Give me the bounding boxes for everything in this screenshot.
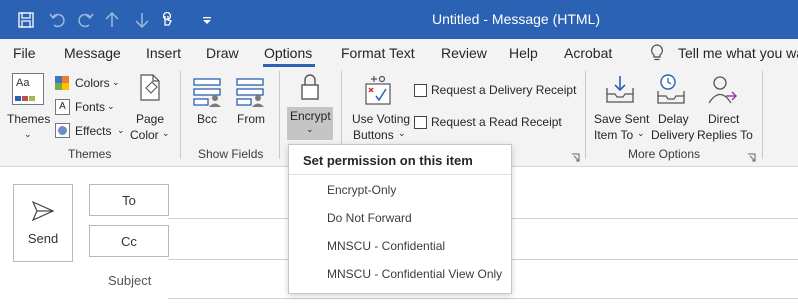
chevron-down-icon: ⌄ [112, 77, 120, 87]
chevron-down-icon: ⌄ [117, 125, 125, 135]
read-receipt-checkbox[interactable] [414, 116, 427, 129]
tab-help[interactable]: Help [509, 45, 538, 61]
redo-icon[interactable] [74, 9, 96, 31]
direct-replies-icon [708, 74, 738, 109]
delay-label-1: Delay [658, 112, 689, 126]
themes-button[interactable]: Aa Themes ⌄ [6, 71, 50, 143]
chevron-down-icon: ⌄ [637, 128, 645, 138]
save-icon[interactable] [15, 9, 37, 31]
page-color-label-2: Color [130, 128, 159, 142]
themes-label: Themes [7, 112, 51, 126]
tracking-dialog-launcher-icon[interactable] [571, 149, 580, 162]
menu-item-mnscu-confidential[interactable]: MNSCU - Confidential [289, 233, 511, 259]
touch-mode-icon[interactable] [156, 9, 178, 31]
subject-label: Subject [108, 273, 152, 288]
chevron-down-icon: ⌄ [24, 129, 32, 139]
show-fields-group-label: Show Fields [198, 147, 264, 161]
send-icon [32, 200, 54, 221]
menu-divider [289, 174, 511, 175]
tab-message[interactable]: Message [64, 45, 121, 61]
voting-icon [364, 74, 392, 111]
effects-label: Effects [75, 124, 112, 138]
fonts-label: Fonts [75, 100, 106, 114]
voting-label-2: Buttons [353, 128, 394, 142]
up-arrow-icon[interactable] [101, 9, 123, 31]
menu-item-label: MNSCU - Confidential View Only [327, 267, 503, 281]
subject-field[interactable] [168, 298, 798, 299]
page-color-button[interactable]: Page Color ⌄ [126, 71, 172, 143]
effects-icon [55, 123, 70, 138]
delay-delivery-button[interactable]: Delay Delivery [650, 71, 696, 143]
bcc-icon [193, 77, 223, 112]
themes-icon: Aa [12, 73, 44, 105]
from-button[interactable]: From [232, 71, 270, 143]
menu-item-mnscu-confidential-view-only[interactable]: MNSCU - Confidential View Only [289, 261, 511, 287]
cc-button[interactable]: Cc [89, 225, 169, 257]
delay-label-2: Delivery [651, 128, 695, 142]
group-divider [180, 71, 181, 159]
encrypt-dropdown-menu: Set permission on this item Encrypt-Only… [288, 144, 512, 294]
send-label: Send [27, 230, 59, 246]
fonts-button[interactable]: A Fonts ⌄ [55, 99, 125, 117]
themes-group-label: Themes [68, 147, 112, 161]
delivery-receipt-checkbox[interactable] [414, 84, 427, 97]
chevron-down-icon: ⌄ [107, 101, 115, 111]
down-arrow-icon[interactable] [131, 9, 153, 31]
from-label: From [237, 112, 265, 126]
save-sent-label-1: Save Sent [594, 112, 650, 126]
tab-acrobat[interactable]: Acrobat [564, 45, 612, 61]
title-bar: Untitled - Message (HTML) [0, 0, 798, 39]
more-options-group-label: More Options [628, 147, 701, 161]
send-button[interactable]: Send [13, 184, 73, 262]
group-divider [279, 71, 280, 159]
more-options-dialog-launcher-icon[interactable] [747, 149, 756, 162]
tell-me-search[interactable]: Tell me what you wa [678, 45, 798, 61]
delay-delivery-icon [656, 73, 688, 110]
chevron-down-icon: ⌄ [162, 128, 170, 138]
colors-icon [55, 76, 69, 90]
window-title: Untitled - Message (HTML) [432, 11, 601, 27]
tab-review[interactable]: Review [441, 45, 487, 61]
direct-label-1: Direct [708, 112, 740, 126]
tab-draw[interactable]: Draw [206, 45, 239, 61]
effects-button[interactable]: Effects ⌄ [55, 123, 125, 141]
direct-label-2: Replies To [697, 128, 753, 142]
to-button[interactable]: To [89, 184, 169, 216]
menu-item-label: Do Not Forward [327, 211, 412, 225]
menu-item-do-not-forward[interactable]: Do Not Forward [289, 205, 511, 231]
lock-icon [300, 73, 320, 106]
page-color-label-1: Page [136, 112, 165, 126]
menu-item-encrypt-only[interactable]: Encrypt-Only [289, 177, 511, 203]
lightbulb-icon[interactable] [650, 44, 664, 67]
menu-item-label: Encrypt-Only [327, 183, 397, 197]
chevron-down-icon: ⌄ [398, 128, 406, 138]
fonts-icon: A [55, 99, 70, 115]
tab-file[interactable]: File [13, 45, 36, 61]
colors-label: Colors [75, 76, 110, 90]
from-icon [236, 77, 266, 112]
voting-buttons-button[interactable]: Use Voting Buttons ⌄ [349, 71, 411, 143]
bcc-button[interactable]: Bcc [190, 71, 226, 143]
group-divider [585, 71, 586, 159]
voting-label-1: Use Voting [352, 112, 411, 126]
bcc-label: Bcc [197, 112, 218, 126]
tab-insert[interactable]: Insert [146, 45, 181, 61]
delivery-receipt-label[interactable]: Request a Delivery Receipt [431, 83, 576, 98]
colors-button[interactable]: Colors ⌄ [55, 75, 125, 93]
menu-title: Set permission on this item [303, 153, 473, 168]
save-sent-label-2: Item To [594, 128, 634, 142]
ribbon-tab-bar: File Message Insert Draw Options Format … [0, 39, 798, 67]
save-sent-item-button[interactable]: Save Sent Item To ⌄ [590, 71, 650, 143]
tab-options[interactable]: Options [264, 45, 312, 61]
undo-icon[interactable] [47, 9, 69, 31]
direct-replies-button[interactable]: Direct Replies To [696, 71, 753, 143]
chevron-down-icon: ⌄ [306, 124, 314, 134]
read-receipt-label[interactable]: Request a Read Receipt [431, 115, 562, 130]
group-divider [762, 71, 763, 159]
page-color-icon [138, 74, 162, 109]
save-sent-icon [605, 74, 635, 109]
menu-item-label: MNSCU - Confidential [327, 239, 446, 253]
customize-icon[interactable] [196, 9, 218, 31]
tab-format-text[interactable]: Format Text [341, 45, 415, 61]
